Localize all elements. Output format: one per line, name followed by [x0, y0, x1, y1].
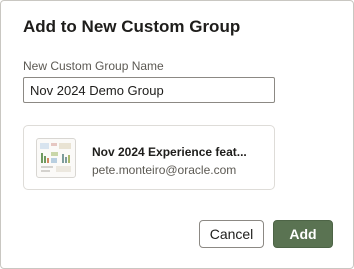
dialog-title: Add to New Custom Group: [23, 17, 241, 36]
item-owner: pete.monteiro@oracle.com: [92, 163, 237, 177]
item-title: Nov 2024 Experience feat...: [92, 145, 247, 159]
dashboard-thumbnail-icon: [36, 138, 76, 178]
selected-item-card: Nov 2024 Experience feat... pete.monteir…: [23, 125, 275, 190]
add-button[interactable]: Add: [273, 220, 333, 248]
cancel-button[interactable]: Cancel: [199, 220, 264, 248]
group-name-input[interactable]: [23, 77, 275, 103]
group-name-label: New Custom Group Name: [23, 59, 164, 73]
add-to-custom-group-dialog: Add to New Custom Group New Custom Group…: [0, 0, 354, 269]
